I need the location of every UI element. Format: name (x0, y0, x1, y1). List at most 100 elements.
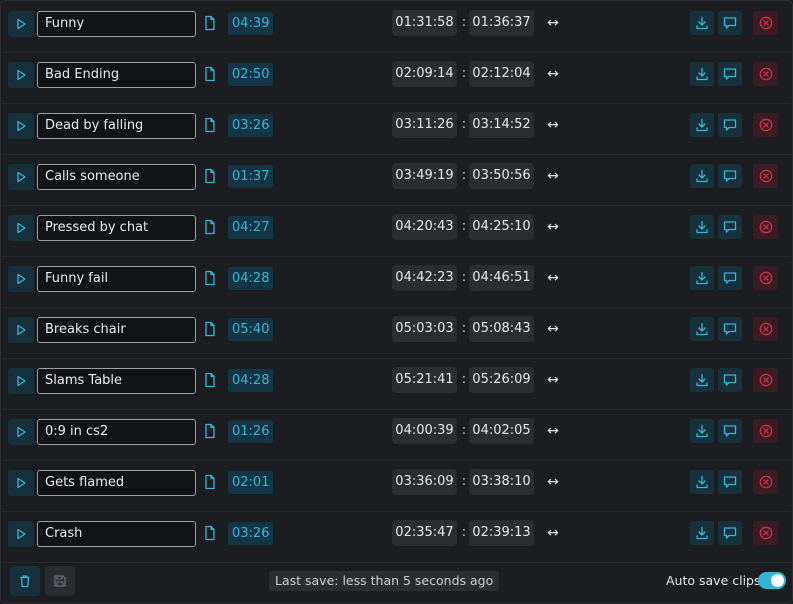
file-icon[interactable] (203, 168, 217, 184)
clip-name-input[interactable]: Gets flamed (37, 470, 196, 496)
play-button[interactable] (8, 368, 34, 394)
download-button[interactable] (690, 368, 714, 392)
start-time[interactable]: 03:11:26 (392, 112, 457, 138)
start-time[interactable]: 05:03:03 (392, 316, 457, 342)
play-button[interactable] (8, 470, 34, 496)
start-time[interactable]: 02:09:14 (392, 61, 457, 87)
remove-clip-button[interactable] (753, 215, 778, 239)
clip-name-input[interactable]: Pressed by chat (37, 215, 196, 241)
comment-button[interactable] (718, 215, 742, 239)
comment-button[interactable] (718, 11, 742, 35)
swap-times-button[interactable]: ↔ (544, 268, 562, 288)
clip-name-input[interactable]: Funny fail (37, 266, 196, 292)
comment-button[interactable] (718, 266, 742, 290)
download-button[interactable] (690, 62, 714, 86)
swap-times-button[interactable]: ↔ (544, 370, 562, 390)
play-button[interactable] (8, 11, 34, 37)
download-button[interactable] (690, 215, 714, 239)
end-time[interactable]: 04:02:05 (469, 418, 534, 444)
start-time[interactable]: 04:42:23 (392, 265, 457, 291)
download-button[interactable] (690, 113, 714, 137)
download-button[interactable] (690, 470, 714, 494)
file-icon[interactable] (203, 270, 217, 286)
file-icon[interactable] (203, 321, 217, 337)
file-icon[interactable] (203, 372, 217, 388)
file-icon[interactable] (203, 15, 217, 31)
file-icon[interactable] (203, 219, 217, 235)
end-time[interactable]: 04:25:10 (469, 214, 534, 240)
comment-button[interactable] (718, 113, 742, 137)
swap-times-button[interactable]: ↔ (544, 166, 562, 186)
start-time[interactable]: 01:31:58 (392, 10, 457, 36)
start-time[interactable]: 03:49:19 (392, 163, 457, 189)
remove-clip-button[interactable] (753, 368, 778, 392)
end-time[interactable]: 05:08:43 (469, 316, 534, 342)
remove-clip-button[interactable] (753, 62, 778, 86)
start-time[interactable]: 04:20:43 (392, 214, 457, 240)
comment-button[interactable] (718, 368, 742, 392)
swap-times-button[interactable]: ↔ (544, 421, 562, 441)
remove-clip-button[interactable] (753, 419, 778, 443)
remove-clip-button[interactable] (753, 470, 778, 494)
comment-button[interactable] (718, 164, 742, 188)
remove-clip-button[interactable] (753, 266, 778, 290)
start-time[interactable]: 05:21:41 (392, 367, 457, 393)
remove-clip-button[interactable] (753, 11, 778, 35)
file-icon[interactable] (203, 423, 217, 439)
start-time[interactable]: 02:35:47 (392, 520, 457, 546)
file-icon[interactable] (203, 525, 217, 541)
download-button[interactable] (690, 521, 714, 545)
swap-times-button[interactable]: ↔ (544, 217, 562, 237)
play-button[interactable] (8, 62, 34, 88)
swap-times-button[interactable]: ↔ (544, 472, 562, 492)
remove-clip-button[interactable] (753, 521, 778, 545)
play-button[interactable] (8, 419, 34, 445)
remove-clip-button[interactable] (753, 317, 778, 341)
download-button[interactable] (690, 266, 714, 290)
play-button[interactable] (8, 266, 34, 292)
play-button[interactable] (8, 317, 34, 343)
file-icon[interactable] (203, 474, 217, 490)
start-time[interactable]: 03:36:09 (392, 469, 457, 495)
swap-times-button[interactable]: ↔ (544, 64, 562, 84)
clip-name-input[interactable]: Dead by falling (37, 113, 196, 139)
comment-button[interactable] (718, 62, 742, 86)
play-button[interactable] (8, 113, 34, 139)
download-button[interactable] (690, 11, 714, 35)
swap-times-button[interactable]: ↔ (544, 319, 562, 339)
clip-name-input[interactable]: Crash (37, 521, 196, 547)
end-time[interactable]: 03:14:52 (469, 112, 534, 138)
comment-button[interactable] (718, 470, 742, 494)
file-icon[interactable] (203, 66, 217, 82)
clip-name-input[interactable]: Calls someone (37, 164, 196, 190)
comment-button[interactable] (718, 419, 742, 443)
download-button[interactable] (690, 164, 714, 188)
clip-name-input[interactable]: 0:9 in cs2 (37, 419, 196, 445)
end-time[interactable]: 02:39:13 (469, 520, 534, 546)
clip-name-input[interactable]: Bad Ending (37, 62, 196, 88)
play-button[interactable] (8, 164, 34, 190)
end-time[interactable]: 03:50:56 (469, 163, 534, 189)
remove-clip-button[interactable] (753, 113, 778, 137)
clip-name-input[interactable]: Slams Table (37, 368, 196, 394)
end-time[interactable]: 03:38:10 (469, 469, 534, 495)
swap-times-button[interactable]: ↔ (544, 115, 562, 135)
delete-all-button[interactable] (10, 566, 40, 596)
save-button[interactable] (45, 566, 75, 596)
download-button[interactable] (690, 419, 714, 443)
play-button[interactable] (8, 215, 34, 241)
end-time[interactable]: 02:12:04 (469, 61, 534, 87)
swap-times-button[interactable]: ↔ (544, 523, 562, 543)
end-time[interactable]: 01:36:37 (469, 10, 534, 36)
start-time[interactable]: 04:00:39 (392, 418, 457, 444)
end-time[interactable]: 04:46:51 (469, 265, 534, 291)
end-time[interactable]: 05:26:09 (469, 367, 534, 393)
remove-clip-button[interactable] (753, 164, 778, 188)
auto-save-toggle[interactable] (758, 572, 786, 589)
comment-button[interactable] (718, 521, 742, 545)
clip-name-input[interactable]: Funny (37, 11, 196, 37)
clip-name-input[interactable]: Breaks chair (37, 317, 196, 343)
swap-times-button[interactable]: ↔ (544, 13, 562, 33)
file-icon[interactable] (203, 117, 217, 133)
play-button[interactable] (8, 521, 34, 547)
